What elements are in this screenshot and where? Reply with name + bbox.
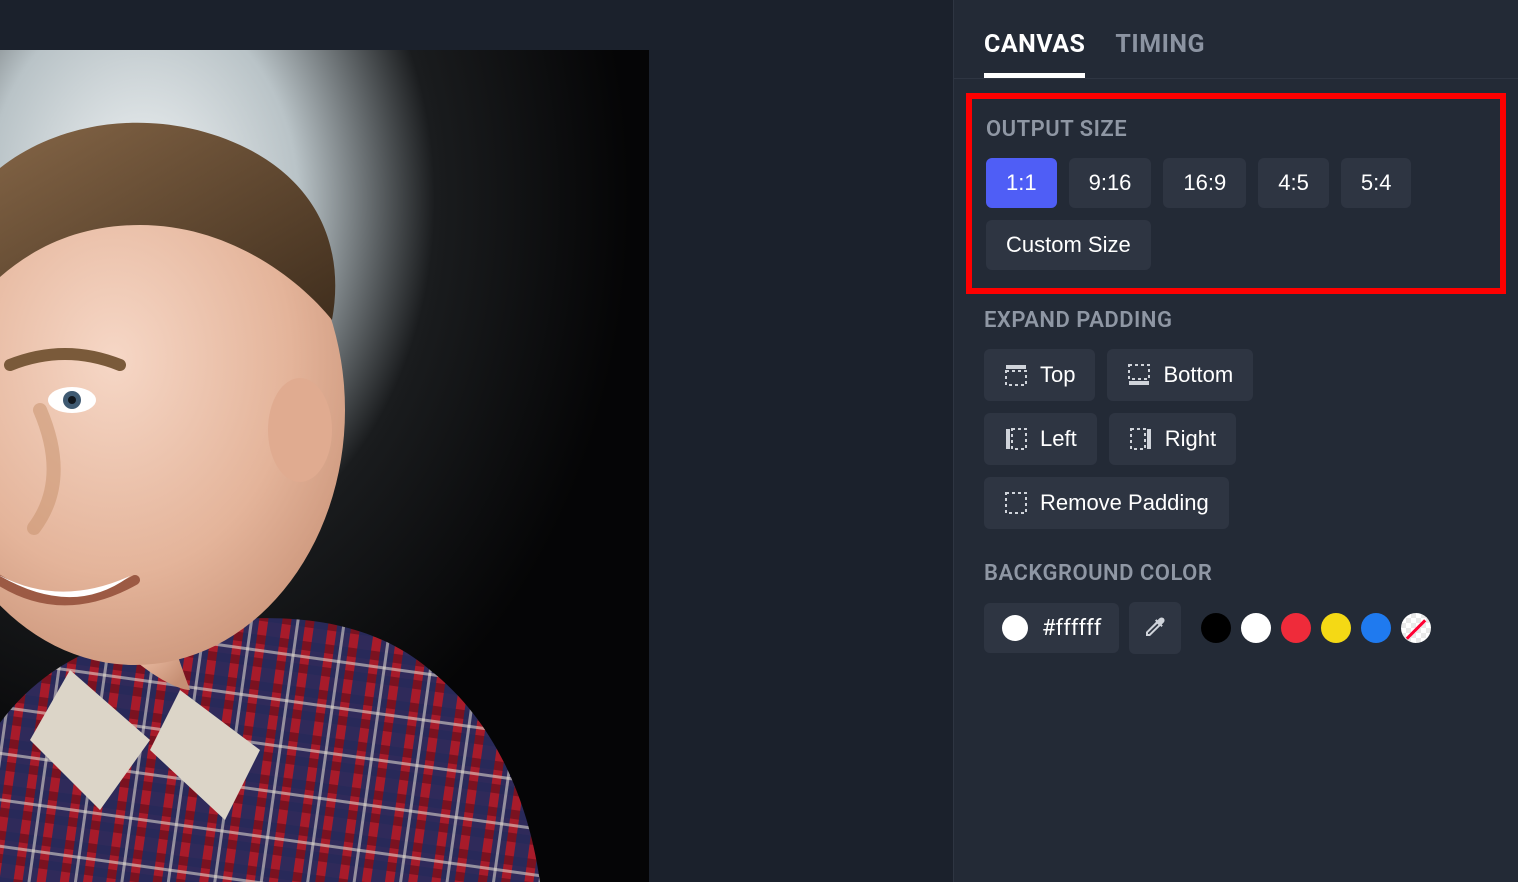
side-panel: CANVAS TIMING OUTPUT SIZE 1:1 9:16 16:9 … bbox=[953, 0, 1518, 882]
preset-transparent[interactable] bbox=[1401, 613, 1431, 643]
output-size-section-highlight: OUTPUT SIZE 1:1 9:16 16:9 4:5 5:4 Custom… bbox=[966, 93, 1506, 294]
background-color-title: BACKGROUND COLOR bbox=[984, 561, 1488, 586]
padding-top-label: Top bbox=[1040, 364, 1075, 386]
padding-bottom-label: Bottom bbox=[1163, 364, 1233, 386]
ratio-16-9-button[interactable]: 16:9 bbox=[1163, 158, 1246, 208]
remove-padding-button[interactable]: Remove Padding bbox=[984, 477, 1229, 529]
background-color-value: #ffffff bbox=[1042, 616, 1101, 641]
preview-image bbox=[0, 50, 649, 882]
padding-left-icon bbox=[1004, 427, 1028, 451]
expand-padding-title: EXPAND PADDING bbox=[984, 308, 1488, 333]
ratio-5-4-button[interactable]: 5:4 bbox=[1341, 158, 1412, 208]
color-presets bbox=[1201, 613, 1431, 643]
background-color-input[interactable]: #ffffff bbox=[984, 603, 1119, 653]
preset-red[interactable] bbox=[1281, 613, 1311, 643]
current-color-swatch bbox=[1002, 615, 1028, 641]
padding-top-icon bbox=[1004, 363, 1028, 387]
output-size-title: OUTPUT SIZE bbox=[986, 117, 1486, 142]
eyedropper-icon bbox=[1143, 615, 1167, 642]
ratio-4-5-button[interactable]: 4:5 bbox=[1258, 158, 1329, 208]
padding-right-icon bbox=[1129, 427, 1153, 451]
canvas-preview-area bbox=[0, 0, 953, 882]
tab-canvas[interactable]: CANVAS bbox=[984, 30, 1085, 78]
preset-yellow[interactable] bbox=[1321, 613, 1351, 643]
tab-timing[interactable]: TIMING bbox=[1115, 30, 1205, 78]
padding-bottom-icon bbox=[1127, 363, 1151, 387]
remove-padding-icon bbox=[1004, 491, 1028, 515]
preset-blue[interactable] bbox=[1361, 613, 1391, 643]
remove-padding-label: Remove Padding bbox=[1040, 492, 1209, 514]
padding-right-label: Right bbox=[1165, 428, 1216, 450]
padding-left-button[interactable]: Left bbox=[984, 413, 1097, 465]
panel-tabs: CANVAS TIMING bbox=[954, 0, 1518, 79]
preset-white[interactable] bbox=[1241, 613, 1271, 643]
padding-bottom-button[interactable]: Bottom bbox=[1107, 349, 1253, 401]
padding-top-button[interactable]: Top bbox=[984, 349, 1095, 401]
output-size-options: 1:1 9:16 16:9 4:5 5:4 bbox=[986, 158, 1486, 208]
ratio-1-1-button[interactable]: 1:1 bbox=[986, 158, 1057, 208]
eyedropper-button[interactable] bbox=[1129, 602, 1181, 654]
padding-right-button[interactable]: Right bbox=[1109, 413, 1236, 465]
ratio-9-16-button[interactable]: 9:16 bbox=[1069, 158, 1152, 208]
preset-black[interactable] bbox=[1201, 613, 1231, 643]
padding-left-label: Left bbox=[1040, 428, 1077, 450]
custom-size-button[interactable]: Custom Size bbox=[986, 220, 1151, 270]
